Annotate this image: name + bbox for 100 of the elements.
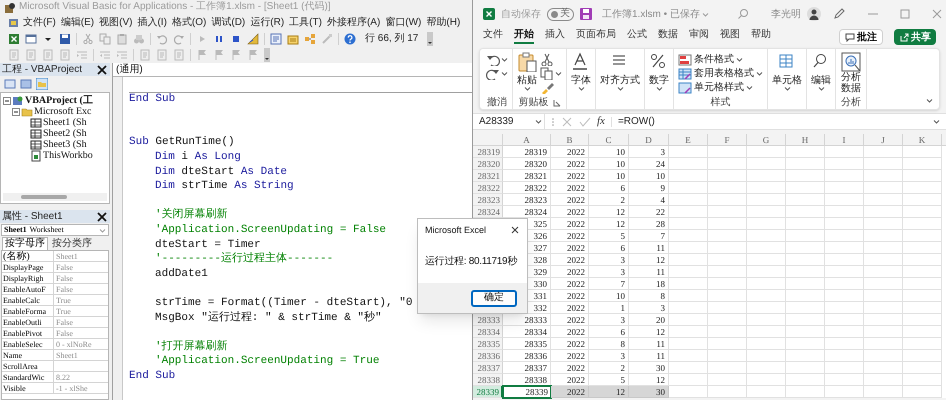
ribbon-button[interactable]: 单元格 <box>772 52 802 91</box>
table-cell: 2022 <box>551 230 589 242</box>
autosave-toggle[interactable]: 关 <box>547 8 574 20</box>
tree-item[interactable]: ThisWorkbo <box>43 150 93 160</box>
table-cell: 3 <box>629 146 669 158</box>
menu-item[interactable]: 工具(T) <box>288 18 323 28</box>
property-value[interactable]: False <box>54 284 73 294</box>
code-line: '关闭屏幕刷新 <box>154 208 228 222</box>
ribbon-tab[interactable]: 公式 <box>627 30 647 44</box>
property-value[interactable]: False <box>54 328 73 338</box>
column-header[interactable]: A <box>503 134 551 145</box>
column-header[interactable]: J <box>864 134 903 145</box>
menu-item[interactable]: 窗口(W) <box>384 18 422 28</box>
property-value[interactable]: False <box>54 262 73 272</box>
property-name: DisplayRigh <box>2 273 54 283</box>
name-box[interactable]: A28339 <box>479 114 545 129</box>
ribbon-button[interactable]: 条件格式 <box>678 53 763 66</box>
ribbon-tab[interactable]: 审阅 <box>689 30 709 44</box>
property-value[interactable]: False <box>54 317 73 327</box>
table-cell: 28335 <box>503 338 551 350</box>
ribbon-tab[interactable]: 数据 <box>658 30 678 44</box>
table-cell: 11 <box>629 338 669 350</box>
column-header[interactable]: D <box>629 134 669 145</box>
object-dropdown[interactable]: Sheet1 Worksheet <box>1 224 109 236</box>
column-header[interactable]: F <box>708 134 747 145</box>
row-header[interactable]: 28322 <box>473 182 503 194</box>
ribbon-tab[interactable]: 视图 <box>720 30 740 44</box>
formula-field[interactable]: =ROW() <box>610 116 927 126</box>
property-value[interactable]: True <box>54 295 71 305</box>
column-header[interactable]: C <box>589 134 629 145</box>
row-header[interactable]: 28324 <box>473 206 503 218</box>
tree-item[interactable]: Sheet3 (Sh <box>43 140 87 150</box>
table-cell: 3 <box>589 350 629 362</box>
row-header[interactable]: 28337 <box>473 362 503 374</box>
property-value[interactable]: 0 - xlNoRe <box>54 339 92 349</box>
tree-item[interactable]: Microsoft Exc <box>34 106 92 116</box>
column-header[interactable]: B <box>551 134 589 145</box>
table-cell: 28320 <box>503 158 551 170</box>
table-cell: 2022 <box>551 278 589 290</box>
table-cell: 28337 <box>503 362 551 374</box>
row-header[interactable]: 28320 <box>473 158 503 170</box>
ribbon-button[interactable]: 字体 <box>571 52 591 91</box>
property-value[interactable]: False <box>54 273 73 283</box>
menu-item[interactable]: 外接程序(A) <box>326 18 382 28</box>
row-header[interactable]: 28339 <box>473 386 503 398</box>
ribbon-tab[interactable]: 页面布局 <box>576 30 616 44</box>
user-name: 李光明 <box>770 8 801 22</box>
column-header[interactable]: G <box>747 134 786 145</box>
object-dropdown[interactable]: (通用) <box>113 63 472 77</box>
menu-item[interactable]: 编辑(E) <box>60 18 96 28</box>
code-line: Dim strTime As String <box>154 179 294 194</box>
object-name: Sheet1 <box>4 226 27 234</box>
ribbon-button[interactable]: 粘贴 <box>517 52 537 91</box>
column-header[interactable]: I <box>825 134 864 145</box>
ribbon-button[interactable]: 对齐方式 <box>600 52 640 91</box>
row-header[interactable]: 28338 <box>473 374 503 386</box>
ribbon-tab[interactable]: 插入 <box>545 30 565 44</box>
row-header[interactable]: 28334 <box>473 326 503 338</box>
insert-function-button[interactable]: fx <box>597 116 605 127</box>
menu-item[interactable]: 调试(D) <box>210 18 246 28</box>
ribbon-button[interactable]: 数字 <box>649 52 669 91</box>
ribbon-tab[interactable]: 帮助 <box>751 30 771 44</box>
menu-item[interactable]: 文件(F) <box>22 18 57 28</box>
ribbon-button[interactable]: 分析数据 <box>840 52 862 94</box>
property-value[interactable]: Sheet1 <box>54 251 78 261</box>
comments-button[interactable]: 批注 <box>839 29 883 45</box>
menu-item[interactable]: 格式(O) <box>170 18 208 28</box>
menu-item[interactable]: 运行(R) <box>249 18 286 28</box>
row-header[interactable]: 28336 <box>473 350 503 362</box>
row-header[interactable]: 28333 <box>473 314 503 326</box>
row-header[interactable]: 28319 <box>473 146 503 158</box>
property-value[interactable]: Sheet1 <box>54 350 78 360</box>
menu-item[interactable]: 视图(V) <box>98 18 134 28</box>
column-header[interactable]: H <box>786 134 825 145</box>
row-header[interactable]: 28321 <box>473 170 503 182</box>
dialog-title: Microsoft Excel <box>425 226 486 234</box>
property-value[interactable]: True <box>54 306 71 316</box>
property-tab[interactable]: 按字母序 <box>2 237 48 250</box>
property-tab[interactable]: 按分类序 <box>50 238 94 250</box>
column-header[interactable]: E <box>669 134 708 145</box>
ribbon-button[interactable]: 套用表格格式 <box>678 67 763 80</box>
menu-item[interactable]: 插入(I) <box>136 18 168 28</box>
column-header[interactable]: K <box>903 134 942 145</box>
ribbon-tab[interactable]: 文件 <box>483 30 503 44</box>
table-cell: 5 <box>589 230 629 242</box>
ok-button[interactable]: 确定 <box>471 290 517 306</box>
menu-item[interactable]: 帮助(H) <box>425 18 462 28</box>
table-cell: 12 <box>629 326 669 338</box>
row-header[interactable]: 28323 <box>473 194 503 206</box>
ribbon-tab[interactable]: 开始 <box>514 30 534 44</box>
tree-item[interactable]: Sheet2 (Sh <box>43 128 87 138</box>
table-cell: 28339 <box>503 386 551 398</box>
ribbon-button[interactable]: 编辑 <box>811 52 831 91</box>
ribbon-button[interactable]: 单元格样式 <box>678 81 763 94</box>
property-value[interactable]: 8.22 <box>54 372 70 382</box>
tree-item[interactable]: Sheet1 (Sh <box>43 118 87 128</box>
tree-item[interactable]: VBAProject (工 <box>25 96 93 106</box>
property-value[interactable]: -1 - xlShe <box>54 383 88 393</box>
row-header[interactable]: 28335 <box>473 338 503 350</box>
share-button[interactable]: 共享 <box>894 29 936 45</box>
